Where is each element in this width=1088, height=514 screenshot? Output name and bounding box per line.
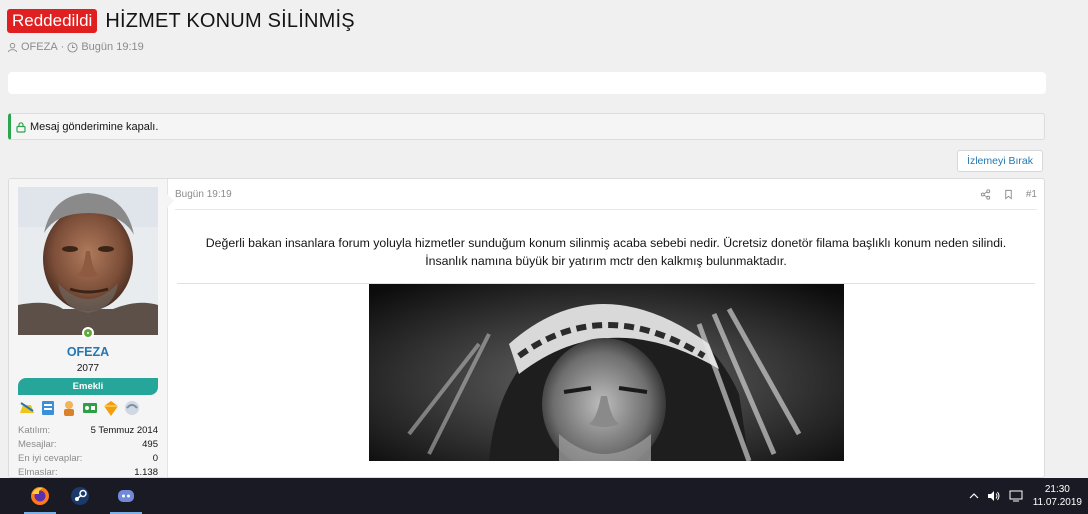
trophy-icon[interactable] [60, 399, 78, 417]
thread-time-link[interactable]: Bugün 19:19 [81, 41, 143, 53]
trophy-icon[interactable] [102, 399, 120, 417]
page-title: HİZMET KONUM SİLİNMİŞ [105, 9, 355, 32]
user-role-banner: Emekli [18, 378, 158, 395]
lock-icon [16, 121, 26, 133]
content-bar [8, 72, 1046, 94]
trophy-icon[interactable] [123, 399, 141, 417]
thread-title-row: Reddedildi HİZMET KONUM SİLİNMİŞ [7, 8, 355, 34]
user-stats: Katılım: 5 Temmuz 2014 Mesajlar: 495 En iy… [18, 424, 158, 478]
message-arrow [166, 193, 174, 209]
post-number-link[interactable]: #1 [1026, 189, 1037, 200]
message-actions: #1 [980, 189, 1037, 200]
message-body: Değerli bakan insanlara forum yoluyla hi… [175, 234, 1037, 270]
meta-separator: · [60, 41, 65, 53]
discord-icon[interactable] [106, 478, 146, 514]
thread-meta: OFEZA · Bugün 19:19 [7, 41, 144, 53]
status-badge: Reddedildi [7, 9, 98, 33]
taskbar: 21:30 11.07.2019 [0, 478, 1088, 514]
clock-time: 21:30 [1044, 484, 1070, 495]
username-link[interactable]: OFEZA [9, 345, 167, 359]
bookmark-icon[interactable] [1003, 189, 1014, 200]
unwatch-button[interactable]: İzlemeyi Bırak [957, 150, 1043, 172]
online-status-icon [82, 327, 94, 339]
trophy-icon[interactable] [18, 399, 36, 417]
post-time-link[interactable]: Bugün 19:19 [175, 189, 232, 200]
user-number: 2077 [76, 363, 100, 374]
steam-icon[interactable] [60, 478, 100, 514]
clock-date: 11.07.2019 [1032, 497, 1082, 508]
stat-row: En iyi cevaplar: 0 [18, 453, 158, 464]
user-cell: OFEZA 2077 Emekli Katılım: 5 Temmuz 2014 … [9, 179, 168, 478]
volume-icon[interactable] [987, 490, 1001, 502]
trophy-list [18, 399, 141, 417]
system-tray: 21:30 11.07.2019 [969, 478, 1088, 514]
trophy-icon[interactable] [39, 399, 57, 417]
clock-icon [67, 41, 78, 53]
thread-author-link[interactable]: OFEZA [21, 41, 58, 53]
locked-notice: Mesaj gönderimine kapalı. [8, 113, 1045, 140]
message-text-line: Değerli bakan insanlara forum yoluyla hi… [205, 236, 1007, 250]
message-image[interactable] [369, 284, 844, 461]
post-message: OFEZA 2077 Emekli Katılım: 5 Temmuz 2014 … [8, 178, 1045, 478]
trophy-icon[interactable] [81, 399, 99, 417]
user-icon [7, 42, 18, 52]
notice-text: Mesaj gönderimine kapalı. [30, 120, 159, 133]
firefox-icon[interactable] [20, 478, 60, 514]
chevron-up-icon[interactable] [969, 491, 979, 501]
tray-icons [969, 490, 1023, 502]
avatar[interactable] [18, 187, 158, 335]
message-header: Bugün 19:19 #1 [175, 179, 1037, 210]
stat-row: Elmaslar: 1.138 [18, 467, 158, 478]
share-icon[interactable] [980, 188, 991, 200]
stat-row: Mesajlar: 495 [18, 439, 158, 450]
notification-icon[interactable] [1009, 490, 1023, 502]
message-text-line: İnsanlık namına büyük bir yatırım mctr d… [425, 254, 787, 268]
taskbar-clock[interactable]: 21:30 11.07.2019 [1029, 483, 1088, 509]
stat-row: Katılım: 5 Temmuz 2014 [18, 425, 158, 436]
